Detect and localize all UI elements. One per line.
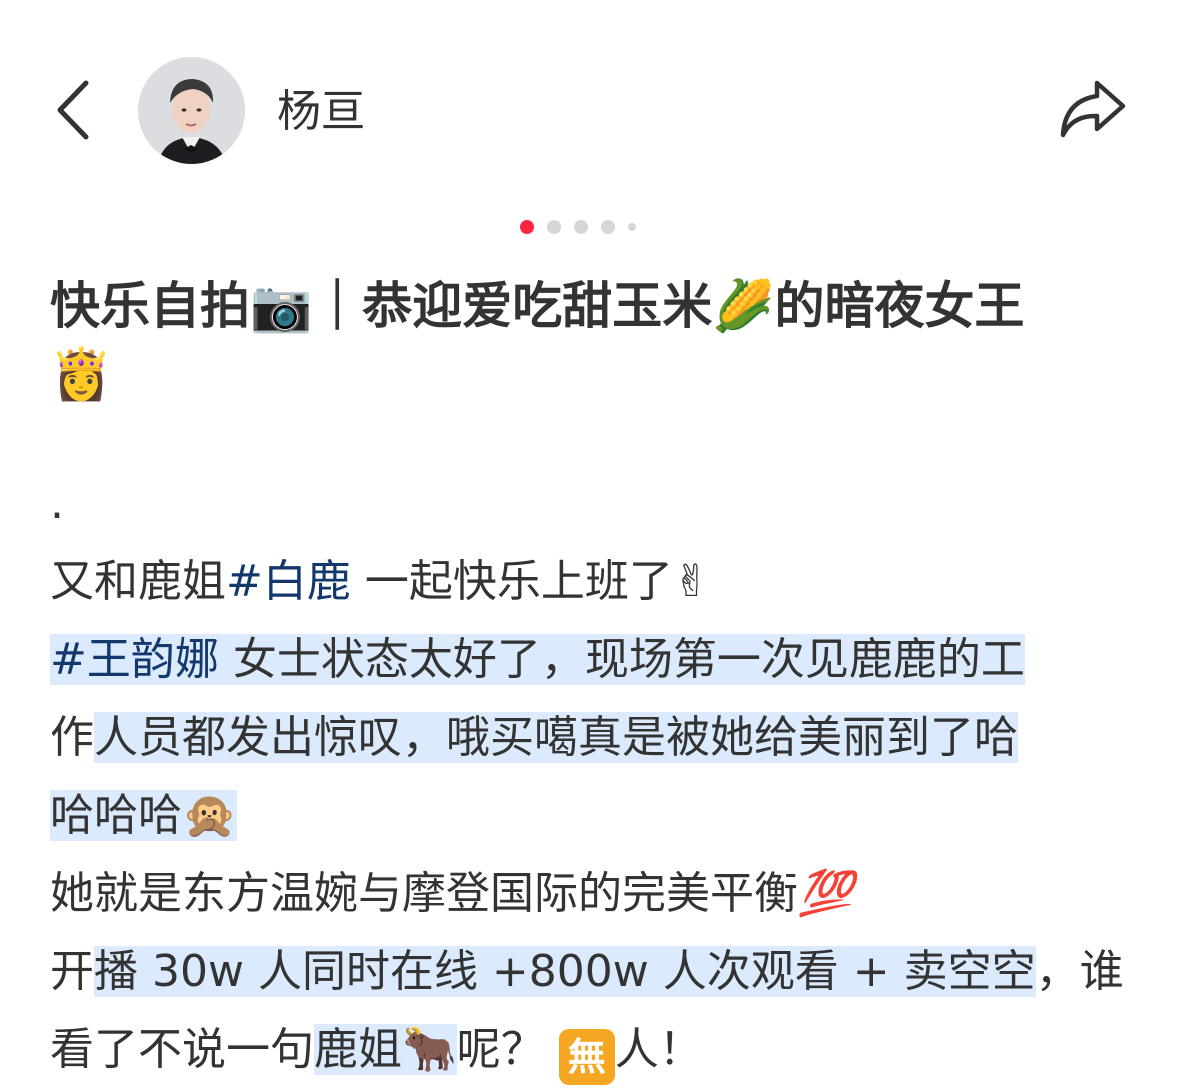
carousel-dot[interactable] xyxy=(547,220,561,234)
ox-emoji: 🐂 xyxy=(402,1024,457,1075)
title-text: 快乐自拍 xyxy=(50,277,250,335)
body-line: . xyxy=(50,465,1140,543)
body-line: 她就是东方温婉与摩登国际的完美平衡💯 xyxy=(50,855,1140,933)
avatar[interactable] xyxy=(138,57,245,164)
victory-hand-emoji: ✌ xyxy=(672,556,710,607)
corn-emoji: 🌽 xyxy=(712,277,775,335)
username[interactable]: 杨亘 xyxy=(277,86,365,138)
body-line: 作人员都发出惊叹，哦买噶真是被她给美丽到了哈 xyxy=(50,699,1140,777)
body-text: 一起快乐上班了 xyxy=(350,556,673,607)
separator-dot: . xyxy=(50,478,64,529)
body-line: 开播 30w 人同时在线 +800w 人次观看 + 卖空空，谁 xyxy=(50,933,1140,1011)
hashtag-link[interactable]: #王韵娜 xyxy=(50,634,219,685)
highlighted-text: 鹿姐 xyxy=(314,1024,402,1075)
body-text: 呢？ xyxy=(456,1024,545,1075)
share-arrow-icon xyxy=(1060,80,1126,138)
chevron-left-icon xyxy=(57,80,89,140)
highlighted-text: 人员都发出惊叹，哦买噶真是被她给美丽到了哈 xyxy=(94,712,1018,763)
share-button[interactable] xyxy=(1055,75,1130,141)
post-body: . 又和鹿姐#白鹿 一起快乐上班了✌ #王韵娜 女士状态太好了，现场第一次见鹿鹿… xyxy=(50,465,1140,1089)
body-line: 又和鹿姐#白鹿 一起快乐上班了✌ xyxy=(50,543,1140,621)
carousel-dot[interactable] xyxy=(574,220,588,234)
highlighted-text: 哈哈哈 xyxy=(50,790,182,841)
cover-mouth-sticker: 🙊 xyxy=(182,790,237,841)
hashtag-link[interactable]: #白鹿 xyxy=(226,556,351,607)
princess-emoji: 👸 xyxy=(50,345,113,403)
body-text: 开 xyxy=(50,946,94,997)
body-text: 作 xyxy=(50,712,94,763)
body-line: 看了不说一句鹿姐🐂呢？ 無人！ xyxy=(50,1011,1140,1089)
carousel-dot-active[interactable] xyxy=(520,220,534,234)
back-button[interactable] xyxy=(50,75,100,145)
body-line: #王韵娜 女士状态太好了，现场第一次见鹿鹿的工 xyxy=(50,621,1140,699)
title-text: 的暗夜女王 xyxy=(774,277,1025,335)
highlighted-text: 播 30w 人同时在线 +800w 人次观看 + 卖空空 xyxy=(94,946,1036,997)
body-text: 又和鹿姐 xyxy=(50,556,226,607)
camera-emoji: 📷 xyxy=(250,277,313,335)
carousel-indicator xyxy=(520,220,649,234)
hundred-points-emoji: 💯 xyxy=(798,868,853,919)
body-line: 哈哈哈🙊 xyxy=(50,777,1140,855)
avatar-image xyxy=(138,57,245,164)
body-text: ，谁 xyxy=(1035,946,1124,997)
carousel-dot[interactable] xyxy=(628,223,636,231)
carousel-dot[interactable] xyxy=(601,220,615,234)
highlighted-text: 女士状态太好了，现场第一次见鹿鹿的工 xyxy=(218,634,1025,685)
body-text: 她就是东方温婉与摩登国际的完美平衡 xyxy=(50,868,798,919)
post-header: 杨亘 xyxy=(0,0,1179,200)
body-text: 人！ xyxy=(614,1024,703,1075)
body-text: 看了不说一句 xyxy=(50,1024,314,1075)
title-text: ｜恭迎爱吃甜玉米 xyxy=(312,277,713,335)
post-title: 快乐自拍📷｜恭迎爱吃甜玉米🌽的暗夜女王 👸 xyxy=(50,272,1130,408)
nothing-badge-emoji: 無 xyxy=(558,1029,615,1085)
